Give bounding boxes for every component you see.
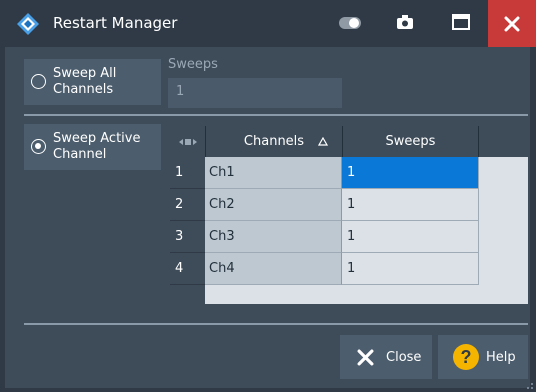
radio-circle-icon <box>31 74 46 89</box>
close-button-label: Close <box>386 349 422 365</box>
row-header[interactable]: 4 <box>170 253 205 285</box>
row-header[interactable]: 1 <box>170 157 205 189</box>
radio-sweep-active-channel[interactable]: Sweep Active Channel <box>24 124 161 170</box>
table-cell-sweeps[interactable]: 1 <box>342 221 479 253</box>
help-button[interactable]: ? Help <box>438 335 528 379</box>
channel-name: Ch1 <box>209 165 235 180</box>
channels-table: Channels Sweeps 1 Ch1 1 2 Ch2 1 3 Ch3 1 … <box>170 126 528 304</box>
radio-label-line2: Channel <box>53 147 107 162</box>
separator <box>24 323 528 325</box>
row-index: 1 <box>175 165 184 180</box>
window-close-button[interactable] <box>488 0 536 47</box>
question-icon: ? <box>453 344 479 370</box>
channel-name: Ch4 <box>209 261 235 276</box>
column-resize-icon <box>178 138 197 145</box>
row-header[interactable]: 3 <box>170 221 205 253</box>
x-icon <box>357 349 374 365</box>
channel-name: Ch3 <box>209 229 235 244</box>
sweeps-value: 1 <box>176 84 185 99</box>
radio-label-line2: Channels <box>53 82 114 97</box>
row-index: 2 <box>175 197 184 212</box>
sweeps-label: Sweeps <box>168 57 218 72</box>
row-header-filler <box>170 285 205 304</box>
radio-sweep-all-channels[interactable]: Sweep All Channels <box>24 59 161 105</box>
channel-name: Ch2 <box>209 197 235 212</box>
sweeps-count: 1 <box>347 197 356 212</box>
window-title: Restart Manager <box>53 14 178 32</box>
sweeps-count: 1 <box>347 165 356 180</box>
sort-ascending-icon <box>318 137 328 146</box>
table-cell-channel[interactable]: Ch4 <box>205 253 342 285</box>
header-filler <box>479 126 528 157</box>
separator <box>24 114 528 116</box>
toggle-icon[interactable] <box>339 17 361 29</box>
camera-icon[interactable] <box>397 15 413 29</box>
close-button[interactable]: Close <box>340 335 432 379</box>
table-cell-channel[interactable]: Ch3 <box>205 221 342 253</box>
row-index: 3 <box>175 229 184 244</box>
table-corner[interactable] <box>170 126 205 157</box>
app-logo-icon <box>17 13 39 35</box>
column-header-label: Channels <box>243 134 305 149</box>
radio-label: Sweep Active Channel <box>53 131 140 163</box>
table-cell-sweeps[interactable]: 1 <box>342 253 479 285</box>
table-cell-channel[interactable]: Ch2 <box>205 189 342 221</box>
column-header-channels[interactable]: Channels <box>205 126 342 157</box>
svg-text:?: ? <box>461 347 472 367</box>
close-icon <box>504 16 520 31</box>
sweeps-count: 1 <box>347 261 356 276</box>
help-button-label: Help <box>486 349 516 365</box>
table-cell-sweeps[interactable]: 1 <box>342 189 479 221</box>
resize-grip-icon[interactable] <box>524 380 534 390</box>
radio-label-line1: Sweep Active <box>53 131 141 146</box>
title-bar: Restart Manager <box>0 0 536 47</box>
row-index: 4 <box>175 261 184 276</box>
row-header[interactable]: 2 <box>170 189 205 221</box>
column-header-sweeps[interactable]: Sweeps <box>342 126 479 157</box>
column-header-label: Sweeps <box>385 134 436 149</box>
radio-label-line1: Sweep All <box>53 66 117 81</box>
table-cell-sweeps[interactable]: 1 <box>342 157 479 189</box>
radio-checked-icon <box>31 139 46 154</box>
radio-label: Sweep All Channels <box>53 66 116 98</box>
table-cell-channel[interactable]: Ch1 <box>205 157 342 189</box>
maximize-icon[interactable] <box>452 14 470 30</box>
sweeps-input[interactable]: 1 <box>168 78 342 108</box>
sweeps-count: 1 <box>347 229 356 244</box>
